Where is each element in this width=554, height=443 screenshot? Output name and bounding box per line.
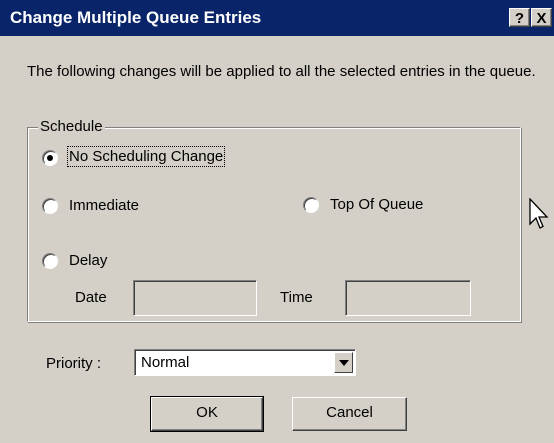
time-label: Time [280, 289, 313, 306]
schedule-group-label: Schedule [38, 118, 105, 135]
immediate-label[interactable]: Immediate [69, 197, 139, 214]
top-of-queue-radio[interactable] [303, 197, 319, 213]
help-button[interactable]: ? [509, 8, 530, 27]
date-label: Date [75, 289, 107, 306]
title-bar[interactable]: Change Multiple Queue Entries ? X [0, 0, 554, 36]
delay-label[interactable]: Delay [69, 252, 107, 269]
cancel-button[interactable]: Cancel [292, 397, 407, 431]
top-of-queue-label[interactable]: Top Of Queue [330, 196, 423, 213]
radio-selected-dot [47, 155, 53, 161]
immediate-radio[interactable] [42, 198, 58, 214]
chevron-down-icon [339, 360, 349, 366]
mouse-cursor-icon [529, 198, 549, 229]
priority-label: Priority : [46, 355, 102, 372]
priority-selected-value: Normal [141, 354, 190, 371]
no-scheduling-change-radio[interactable] [42, 150, 58, 166]
no-scheduling-change-label[interactable]: No Scheduling Change [66, 146, 226, 167]
ok-button[interactable]: OK [150, 396, 264, 432]
time-field[interactable] [345, 280, 471, 316]
delay-radio[interactable] [42, 253, 58, 269]
dropdown-arrow-button[interactable] [334, 352, 353, 373]
instruction-text: The following changes will be applied to… [27, 63, 536, 80]
close-button[interactable]: X [531, 8, 552, 27]
date-field[interactable] [133, 280, 257, 316]
priority-select[interactable]: Normal [134, 349, 356, 376]
window-title: Change Multiple Queue Entries [10, 8, 262, 27]
